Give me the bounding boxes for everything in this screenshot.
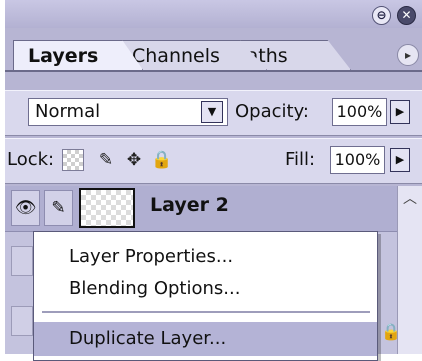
chevron-down-icon[interactable]: ▼ xyxy=(201,101,223,123)
lock-transparency-icon[interactable] xyxy=(62,149,84,171)
opacity-arrow-icon[interactable]: ▶ xyxy=(390,100,410,124)
hidden-layer-eye-icon-2 xyxy=(11,306,33,336)
blend-row: Normal ▼ Opacity: 100% ▶ xyxy=(5,90,422,136)
panel-title-bar: ⊖ ✕ xyxy=(5,0,422,28)
scroll-up-arrow-icon[interactable]: ︿ xyxy=(401,190,419,208)
layer-thumbnail xyxy=(79,188,135,228)
tab-layers[interactable]: Layers xyxy=(13,40,143,70)
opacity-input[interactable]: 100% xyxy=(332,98,387,126)
layer-context-menu: Layer Properties... Blending Options... … xyxy=(33,231,378,361)
blend-mode-select[interactable]: Normal xyxy=(28,98,228,126)
eye-visibility-icon[interactable]: 👁 xyxy=(11,190,40,226)
layer-lock-icon: 🔒 xyxy=(381,322,401,341)
layer-row[interactable]: 👁 ✎ Layer 2 xyxy=(5,186,397,232)
menu-separator xyxy=(42,311,370,314)
brush-link-icon[interactable]: ✎ xyxy=(44,190,73,226)
menu-item-layer-properties[interactable]: Layer Properties... xyxy=(34,240,377,274)
hidden-layer-eye-icon xyxy=(11,246,33,276)
lock-image-brush-icon[interactable]: ✎ xyxy=(95,149,117,171)
blend-mode-value: Normal xyxy=(35,101,101,122)
minimize-icon[interactable]: ⊖ xyxy=(372,6,391,25)
lock-label: Lock: xyxy=(7,149,55,170)
fill-input[interactable]: 100% xyxy=(330,146,385,174)
lock-position-move-icon[interactable]: ✥ xyxy=(123,149,145,171)
menu-item-duplicate-layer[interactable]: Duplicate Layer... xyxy=(34,322,377,356)
panel-tab-row: Paths Channels Layers ▸ xyxy=(5,28,422,72)
menu-item-blending-options[interactable]: Blending Options... xyxy=(34,272,377,306)
close-icon[interactable]: ✕ xyxy=(397,6,416,25)
panel-menu-arrow-icon[interactable]: ▸ xyxy=(397,44,419,66)
opacity-label: Opacity: xyxy=(235,101,309,122)
lock-all-padlock-icon[interactable]: 🔒 xyxy=(151,149,173,171)
lock-row: Lock: ✎ ✥ 🔒 Fill: 100% ▶ xyxy=(5,138,422,184)
fill-label: Fill: xyxy=(285,149,316,170)
fill-arrow-icon[interactable]: ▶ xyxy=(390,148,410,172)
layer-name: Layer 2 xyxy=(150,194,229,216)
tab-divider xyxy=(5,70,422,72)
